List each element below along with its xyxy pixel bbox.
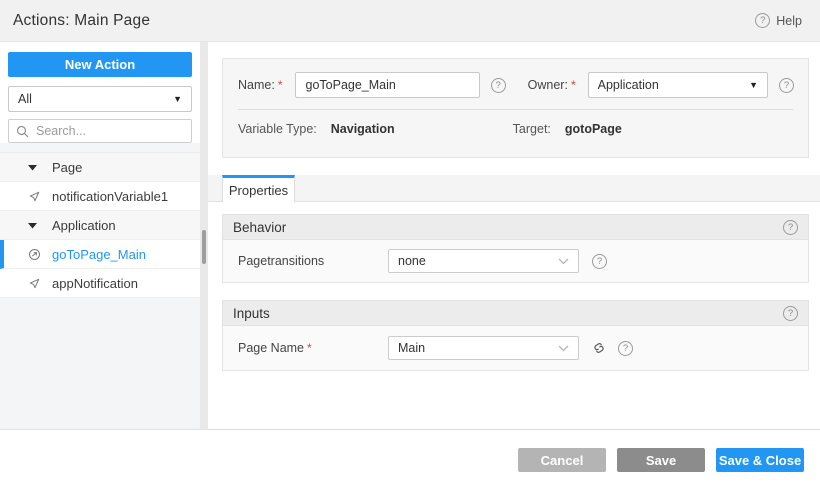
search-box[interactable] [8,119,192,143]
target-value: gotoPage [564,121,622,136]
tree-item-label: notificationVariable1 [52,188,169,204]
caret-down-icon: ▼ [749,80,758,90]
variable-type-label: Variable Type: [238,121,317,136]
required-asterisk: * [277,78,283,92]
tree-group-page[interactable]: Page [0,153,200,182]
inputs-section-title: Inputs [233,305,270,321]
search-input[interactable] [36,124,184,138]
chevron-down-icon [558,345,569,352]
save-button[interactable]: Save [617,448,705,472]
collapse-caret-icon[interactable] [28,218,42,232]
caret-down-icon: ▼ [173,94,182,104]
inputs-section-header: Inputs ? [222,300,809,326]
pagetransitions-dropdown-value: none [398,254,426,268]
required-asterisk: * [307,341,312,355]
tree-group-application[interactable]: Application [0,211,200,240]
scrollbar-thumb[interactable] [202,230,206,264]
dialog-footer: Cancel Save Save & Close [0,430,820,488]
page-name-label: Page Name * [238,341,312,355]
behavior-section-help-icon[interactable]: ? [783,219,798,235]
name-label: Name: * [238,78,283,92]
filter-dropdown-value: All [18,92,32,106]
owner-help-icon[interactable]: ? [779,77,794,93]
target-label: Target: [512,121,551,136]
name-help-icon[interactable]: ? [490,77,506,93]
tree-item-label: appNotification [52,275,138,291]
name-owner-row: Name:* ? Owner:* Application ▼ ? [223,59,808,98]
page-name-field-icons: ? [592,340,633,356]
variable-icon [28,189,42,203]
save-and-close-button[interactable]: Save & Close [716,448,804,472]
tree-item-gotopage-main[interactable]: goToPage_Main [0,240,200,269]
page-title: Actions: Main Page [13,11,151,29]
action-summary-panel: Name:* ? Owner:* Application ▼ ? Variabl… [222,58,809,158]
new-action-button[interactable]: New Action [8,52,192,77]
pagetransitions-field-icons: ? [592,253,607,269]
page-name-dropdown[interactable]: Main [388,336,579,360]
filter-dropdown[interactable]: All ▼ [8,86,192,112]
actions-tree: Page notificationVariable1 Application g… [0,152,200,298]
owner-label: Owner: * [527,78,576,92]
behavior-section-header: Behavior ? [222,214,809,240]
name-input[interactable] [294,72,480,98]
owner-dropdown-value: Application [597,78,659,92]
main-panel: Name:* ? Owner:* Application ▼ ? Variabl… [208,42,820,430]
dialog-header: Actions: Main Page ? Help [0,0,820,42]
inputs-section-help-icon[interactable]: ? [783,305,798,321]
inputs-section: Inputs ? Page Name * Main ? [222,300,809,371]
action-icon [28,247,42,261]
required-asterisk: * [570,78,576,92]
variable-icon [28,276,42,290]
behavior-section-title: Behavior [233,219,287,235]
behavior-section: Behavior ? Pagetransitions none ? [222,214,809,283]
cancel-button[interactable]: Cancel [518,448,606,472]
help-link[interactable]: ? Help [755,13,802,28]
sidebar-divider [200,42,208,430]
help-icon: ? [755,13,771,28]
tab-properties[interactable]: Properties [222,175,295,202]
type-target-row: Variable Type: Navigation Target: gotoPa… [223,111,808,146]
dialog-body: New Action All ▼ Page [0,42,820,430]
page-name-help-icon[interactable]: ? [618,340,633,356]
pagetransitions-dropdown[interactable]: none [388,249,579,273]
tree-group-label: Page [52,159,83,175]
tab-strip: Properties [208,175,820,202]
actions-dialog: Actions: Main Page ? Help New Action All… [0,0,820,488]
tree-item-appnotification[interactable]: appNotification [0,269,200,298]
tree-item-notificationvariable1[interactable]: notificationVariable1 [0,182,200,211]
pagetransitions-help-icon[interactable]: ? [592,253,607,269]
chevron-down-icon [558,258,569,265]
sidebar: New Action All ▼ Page [0,42,200,430]
sidebar-controls: New Action All ▼ [0,42,200,143]
search-icon [16,124,30,138]
behavior-section-body: Pagetransitions none ? [222,240,809,283]
tree-item-label: goToPage_Main [52,246,146,262]
variable-type-value: Navigation [330,121,395,136]
inputs-section-body: Page Name * Main ? [222,326,809,371]
sidebar-filler [0,298,200,430]
panel-divider [238,109,793,110]
tree-group-label: Application [52,217,116,233]
pagetransitions-label: Pagetransitions [238,254,325,268]
collapse-caret-icon[interactable] [28,160,42,174]
page-name-dropdown-value: Main [398,341,426,355]
link-icon[interactable] [592,340,606,356]
help-label: Help [776,13,802,28]
owner-dropdown[interactable]: Application ▼ [587,72,768,98]
